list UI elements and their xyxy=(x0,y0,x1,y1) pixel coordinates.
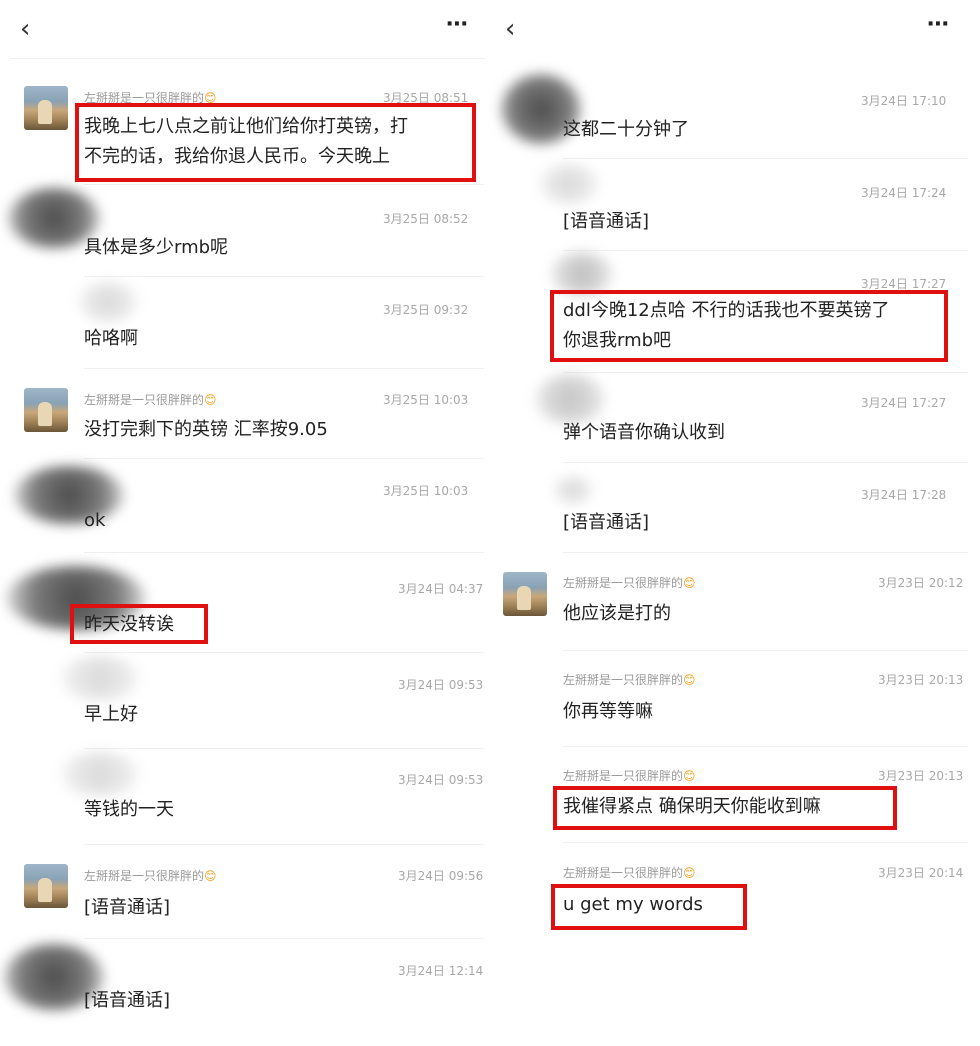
divider xyxy=(84,748,484,749)
top-bar: ‹ ⋯ xyxy=(495,0,980,58)
avatar[interactable] xyxy=(503,572,547,616)
divider xyxy=(10,58,485,59)
divider xyxy=(563,462,968,463)
divider xyxy=(563,250,968,251)
divider xyxy=(84,184,484,185)
avatar[interactable] xyxy=(24,388,68,432)
message-text: ok xyxy=(84,510,106,531)
chevron-left-icon[interactable]: ‹ xyxy=(20,14,30,44)
message-text: 他应该是打的 xyxy=(563,603,671,624)
message-time: 3月25日 09:32 xyxy=(383,303,469,317)
message-text: 弹个语音你确认收到 xyxy=(563,422,725,443)
divider xyxy=(84,368,484,369)
highlight-box xyxy=(75,103,476,182)
blurred-avatar[interactable] xyxy=(539,164,599,204)
blurred-avatar[interactable] xyxy=(14,466,124,524)
blurred-avatar[interactable] xyxy=(60,752,140,796)
divider xyxy=(563,842,968,843)
left-chat-panel: ‹ ⋯ 左掰掰是一只很胖胖的😊 3月25日 08:51 我晚上七八点之前让他们给… xyxy=(0,0,495,1046)
message-time: 3月24日 17:10 xyxy=(861,94,947,108)
highlight-box xyxy=(550,290,948,362)
blurred-avatar[interactable] xyxy=(78,282,138,322)
highlight-box xyxy=(553,786,897,830)
message-time: 3月24日 09:53 xyxy=(398,773,484,787)
message-time: 3月23日 20:13 xyxy=(878,769,964,783)
sender-name: 左掰掰是一只很胖胖的😊 xyxy=(563,866,696,880)
avatar[interactable] xyxy=(24,864,68,908)
highlight-box xyxy=(70,604,208,644)
top-bar: ‹ ⋯ xyxy=(0,0,495,58)
divider xyxy=(84,938,484,939)
message-text: [语音通话] xyxy=(563,211,650,232)
blurred-avatar[interactable] xyxy=(553,476,593,504)
message-text: [语音通话] xyxy=(563,512,650,533)
message-text: 没打完剩下的英镑 汇率按9.05 xyxy=(84,419,328,440)
chevron-left-icon[interactable]: ‹ xyxy=(505,14,515,44)
blurred-avatar[interactable] xyxy=(535,374,605,424)
message-time: 3月24日 12:14 xyxy=(398,964,484,978)
sender-name: 左掰掰是一只很胖胖的😊 xyxy=(84,869,217,883)
avatar[interactable] xyxy=(24,86,68,130)
message-time: 3月24日 17:28 xyxy=(861,488,947,502)
message-text: 等钱的一天 xyxy=(84,799,174,820)
message-text: 早上好 xyxy=(84,704,138,725)
message-time: 3月24日 09:56 xyxy=(398,869,484,883)
divider xyxy=(563,158,968,159)
message-text: 具体是多少rmb呢 xyxy=(84,237,229,258)
message-time: 3月24日 17:27 xyxy=(861,396,947,410)
message-time: 3月23日 20:13 xyxy=(878,673,964,687)
divider xyxy=(563,746,968,747)
divider xyxy=(84,552,484,553)
sender-name: 左掰掰是一只很胖胖的😊 xyxy=(563,769,696,783)
message-text: 哈咯啊 xyxy=(84,328,138,349)
message-time: 3月24日 17:24 xyxy=(861,186,947,200)
message-time: 3月23日 20:14 xyxy=(878,866,964,880)
right-chat-panel: ‹ ⋯ 3月24日 17:10 这都二十分钟了 3月24日 17:24 [语音通… xyxy=(495,0,980,1046)
divider xyxy=(563,552,968,553)
message-time: 3月24日 04:37 xyxy=(398,582,484,596)
message-text: [语音通话] xyxy=(84,897,171,918)
message-text: 你再等等嘛 xyxy=(563,701,653,722)
sender-name: 左掰掰是一只很胖胖的😊 xyxy=(84,393,217,407)
message-text: 这都二十分钟了 xyxy=(563,119,689,140)
message-time: 3月23日 20:12 xyxy=(878,576,964,590)
blurred-avatar[interactable] xyxy=(60,656,140,700)
divider xyxy=(84,652,484,653)
divider xyxy=(563,650,968,651)
ellipsis-icon[interactable]: ⋯ xyxy=(927,12,950,37)
ellipsis-icon[interactable]: ⋯ xyxy=(446,12,469,37)
divider xyxy=(84,276,484,277)
divider xyxy=(84,458,484,459)
sender-name: 左掰掰是一只很胖胖的😊 xyxy=(563,576,696,590)
message-text: [语音通话] xyxy=(84,990,171,1011)
divider xyxy=(563,372,968,373)
message-time: 3月25日 10:03 xyxy=(383,393,469,407)
highlight-box xyxy=(551,884,747,930)
sender-name: 左掰掰是一只很胖胖的😊 xyxy=(563,673,696,687)
message-time: 3月25日 08:52 xyxy=(383,212,469,226)
divider xyxy=(84,844,484,845)
message-time: 3月25日 10:03 xyxy=(383,484,469,498)
message-time: 3月24日 09:53 xyxy=(398,678,484,692)
